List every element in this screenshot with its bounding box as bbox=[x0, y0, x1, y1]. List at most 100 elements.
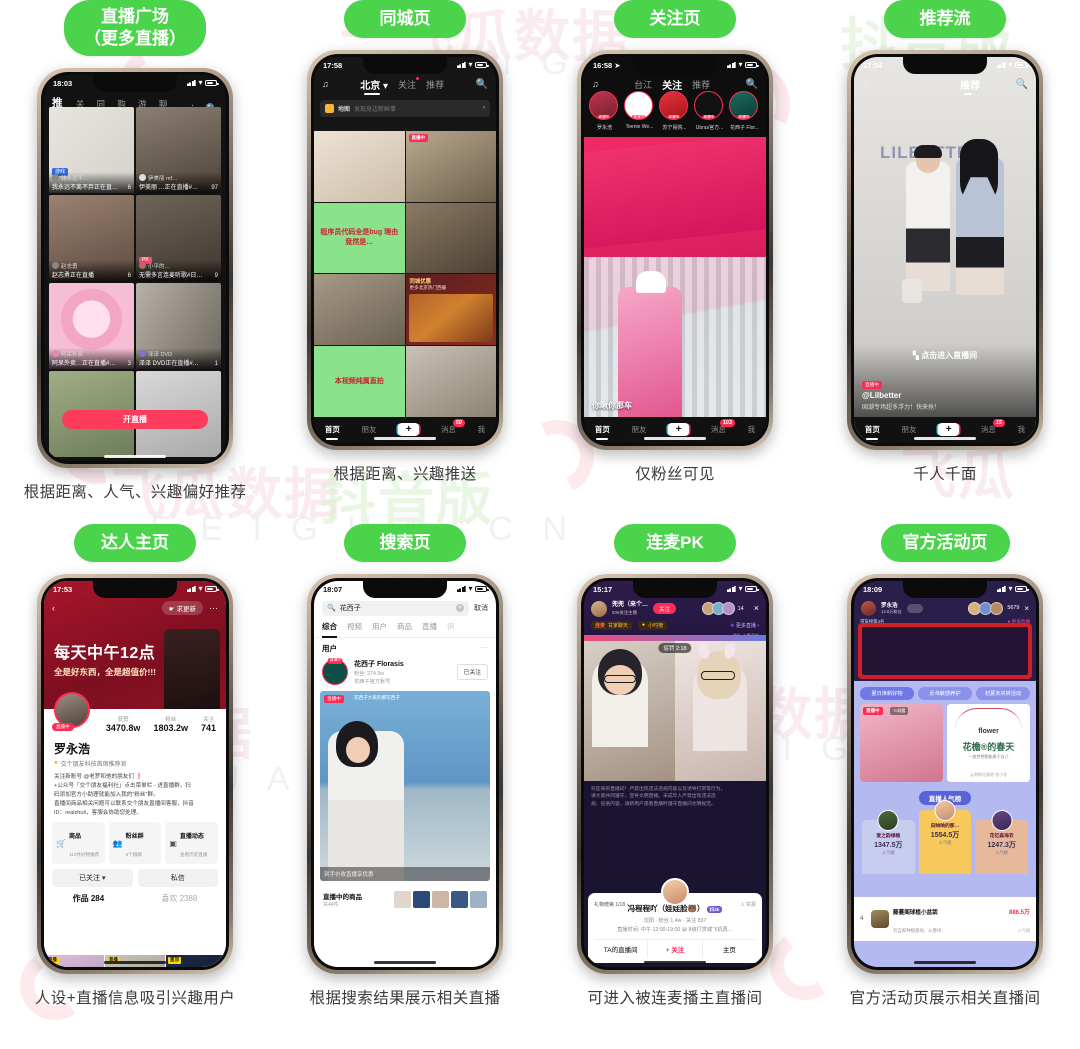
city-selector[interactable]: 北京 ▾ bbox=[360, 77, 388, 95]
live-entry-overlay[interactable]: ▚ 点击进入直播间 直播中 @Lilbetter 国潮专场超多浮力！快来抢！ bbox=[854, 343, 1036, 417]
event-card-banner[interactable]: flower 花檐®的春天 一座梦想都能属于自己 云南鲜花基地·花小花 bbox=[947, 703, 1030, 782]
map-entry-bar[interactable]: 地图 发现身边新鲜事 › bbox=[320, 99, 490, 117]
goods-thumb[interactable] bbox=[451, 890, 468, 908]
feed-video[interactable]: 你瞅你那车 bbox=[584, 136, 766, 417]
event-card-live[interactable]: 直播中 70观看 bbox=[860, 703, 943, 782]
user-result-row[interactable]: 直播中 花西子 Florasis 粉丝: 274.9w 花西子官方账号 已关注 bbox=[314, 657, 496, 685]
nav-follow-active[interactable]: 关注 bbox=[662, 77, 682, 95]
followed-button[interactable]: 已关注 bbox=[456, 663, 488, 680]
tab-home[interactable]: 首页 bbox=[865, 424, 880, 435]
shop-icon[interactable] bbox=[906, 603, 923, 613]
nearby-tile[interactable]: 本视频纯属直拍 bbox=[314, 346, 405, 417]
story-item[interactable]: 直播中 罗永浩 bbox=[589, 90, 620, 135]
pk-tag[interactable]: 连麦 甘家聊天 bbox=[591, 620, 633, 630]
tab-me[interactable]: 我 bbox=[1018, 424, 1026, 435]
pk-left-stream[interactable] bbox=[584, 640, 675, 781]
tab-home[interactable]: 首页 bbox=[325, 424, 340, 435]
avatar[interactable] bbox=[591, 600, 607, 617]
tab-goods[interactable]: 商品 bbox=[397, 621, 412, 632]
live-video-card[interactable]: 直播中 花西子大家的都花西子 到手价收直播享优惠 bbox=[320, 690, 490, 881]
live-card[interactable]: 阿呆外卖 阿呆外卖…正在直播#… 3 bbox=[49, 282, 134, 369]
back-icon[interactable]: ‹ bbox=[52, 603, 55, 613]
podium-item[interactable]: 向晌晌的那… 1554.5万 人气榜 bbox=[918, 799, 972, 874]
plus-icon[interactable] bbox=[938, 423, 960, 437]
event-chip[interactable]: 夏日焕新好物 bbox=[860, 686, 914, 700]
story-item[interactable]: 直播中 花西子 Flor... bbox=[729, 90, 760, 135]
goods-thumb[interactable] bbox=[394, 890, 411, 908]
homepage-button[interactable]: 主页 bbox=[703, 940, 756, 958]
douyin-logo-icon[interactable]: ♫ bbox=[592, 79, 599, 89]
plus-icon[interactable] bbox=[668, 423, 690, 437]
tab-comprehensive[interactable]: 综合 bbox=[322, 621, 337, 638]
search-icon[interactable]: 🔍 bbox=[746, 79, 758, 90]
tab-friends[interactable]: 朋友 bbox=[902, 424, 917, 435]
tab-home[interactable]: 首页 bbox=[595, 424, 610, 435]
nearby-tile[interactable]: 程序员代码全是bug 理由竟然是… bbox=[314, 202, 405, 274]
douyin-logo-icon[interactable]: ♫ bbox=[322, 79, 329, 89]
live-goods-bar[interactable]: 直播中的商品 共44件 bbox=[320, 886, 490, 912]
story-item[interactable]: 直播中 苏宁易购... bbox=[659, 90, 690, 135]
more-icon[interactable]: ··· bbox=[209, 603, 218, 613]
live-card[interactable]: 赵志勇 赵志勇正在直播 6 bbox=[49, 194, 134, 281]
nearby-tile[interactable] bbox=[405, 202, 496, 274]
tab-me[interactable]: 我 bbox=[478, 424, 486, 435]
cancel-button[interactable]: 取消 bbox=[474, 603, 488, 613]
chip-live[interactable]: ▣ 直播动态 查看历史直播 bbox=[165, 822, 219, 865]
live-card[interactable]: 游戏 钱永远不… 我永远不离不弃正在直… 6 bbox=[49, 106, 134, 193]
tab-friends[interactable]: 朋友 bbox=[632, 424, 647, 435]
go-live-button[interactable]: 开直播 bbox=[62, 409, 208, 429]
chip-goods[interactable]: 🛒 商品 112件好物推荐 bbox=[52, 822, 105, 865]
tab-works[interactable]: 作品 284 bbox=[73, 893, 105, 904]
pk-right-stream[interactable] bbox=[675, 640, 766, 781]
tab-live[interactable]: 直播 bbox=[422, 621, 437, 632]
enter-live-cta[interactable]: ▚ 点击进入直播间 bbox=[862, 350, 1028, 361]
nearby-tile[interactable] bbox=[405, 346, 496, 417]
close-icon[interactable]: × bbox=[1024, 604, 1029, 613]
chip-fangroup[interactable]: 👥 粉丝群 5个群聊 bbox=[108, 822, 162, 865]
goods-thumb[interactable] bbox=[413, 890, 430, 908]
nearby-tile[interactable] bbox=[314, 130, 405, 202]
more-live-link[interactable]: ❖ 更多直播 › bbox=[730, 622, 759, 629]
event-chip[interactable]: 反刍敏感养护 bbox=[918, 686, 972, 700]
mini-player[interactable] bbox=[858, 622, 1032, 679]
followed-button[interactable]: 已关注 ▾ bbox=[52, 869, 133, 888]
search-input[interactable]: 🔍 花西子 × bbox=[322, 600, 469, 616]
plus-icon[interactable] bbox=[398, 423, 420, 437]
podium-item[interactable]: 爱之韵绿植 1347.5万 人气榜 bbox=[862, 809, 915, 874]
goods-thumb[interactable] bbox=[470, 890, 487, 908]
live-card[interactable]: 伊美丽 mf… 伊美丽 …正在直播#… 97 bbox=[136, 106, 221, 193]
nav-recommend[interactable]: 推荐 bbox=[426, 78, 444, 91]
nav-local[interactable]: 鼓楼 bbox=[904, 78, 922, 91]
message-button[interactable]: 私信 bbox=[137, 869, 218, 888]
clear-icon[interactable]: × bbox=[456, 604, 464, 613]
tab-user[interactable]: 用户 bbox=[372, 621, 387, 632]
report-link[interactable]: ⚠ 举报 bbox=[740, 901, 756, 908]
hour-rank-tag[interactable]: ● 小时榜 bbox=[638, 620, 668, 630]
nav-recommend-active[interactable]: 推荐 bbox=[960, 77, 980, 95]
visit-live-button[interactable]: TA的直播间 bbox=[594, 940, 647, 958]
search-icon[interactable]: 🔍 bbox=[476, 79, 488, 90]
nav-follow[interactable]: 关注 bbox=[932, 78, 950, 91]
goods-thumb[interactable] bbox=[432, 890, 449, 908]
tab-video[interactable]: 视频 bbox=[347, 621, 362, 632]
event-chip[interactable]: 初夏未央转活动 bbox=[976, 686, 1030, 700]
live-card[interactable]: PK 小平的… 无需多言连麦听歌#日… 9 bbox=[136, 194, 221, 281]
gift-rank-link[interactable]: 礼物榜第 1/18 › bbox=[594, 901, 628, 908]
request-update-button[interactable]: ☛ 求更新 bbox=[161, 600, 203, 615]
work-tile[interactable]: 置顶 ♡ 7.6w bbox=[166, 954, 226, 967]
more-icon[interactable]: ··· bbox=[480, 643, 488, 652]
douyin-logo-icon[interactable]: ♫ bbox=[862, 79, 869, 89]
story-item[interactable]: 直播中 Teenie We... bbox=[624, 90, 655, 135]
nav-follow[interactable]: 关注 bbox=[398, 76, 420, 91]
tab-messages[interactable]: 消息 50 bbox=[441, 419, 465, 435]
podium-item[interactable]: 花忆森海衣 1247.3万 人气榜 bbox=[975, 809, 1029, 874]
close-icon[interactable]: × bbox=[754, 604, 759, 613]
tab-me[interactable]: 我 bbox=[748, 424, 756, 435]
story-item[interactable]: 直播中 Ubras官方... bbox=[694, 90, 725, 135]
rank-list-row[interactable]: 4 藤蔓阁球植小盆栽 有自家种植基地，从墨绿… 886.5万 人气榜 bbox=[854, 896, 1036, 941]
viewer-avatars[interactable]: 14 bbox=[701, 602, 744, 616]
live-card[interactable]: 泽泽 DVD 泽泽 DVD正在直播#… 1 bbox=[136, 282, 221, 369]
nav-recommend[interactable]: 推荐 bbox=[692, 78, 710, 91]
avatar[interactable]: 直播中 bbox=[322, 657, 348, 685]
tab-messages[interactable]: 消息 15 bbox=[981, 419, 1005, 435]
